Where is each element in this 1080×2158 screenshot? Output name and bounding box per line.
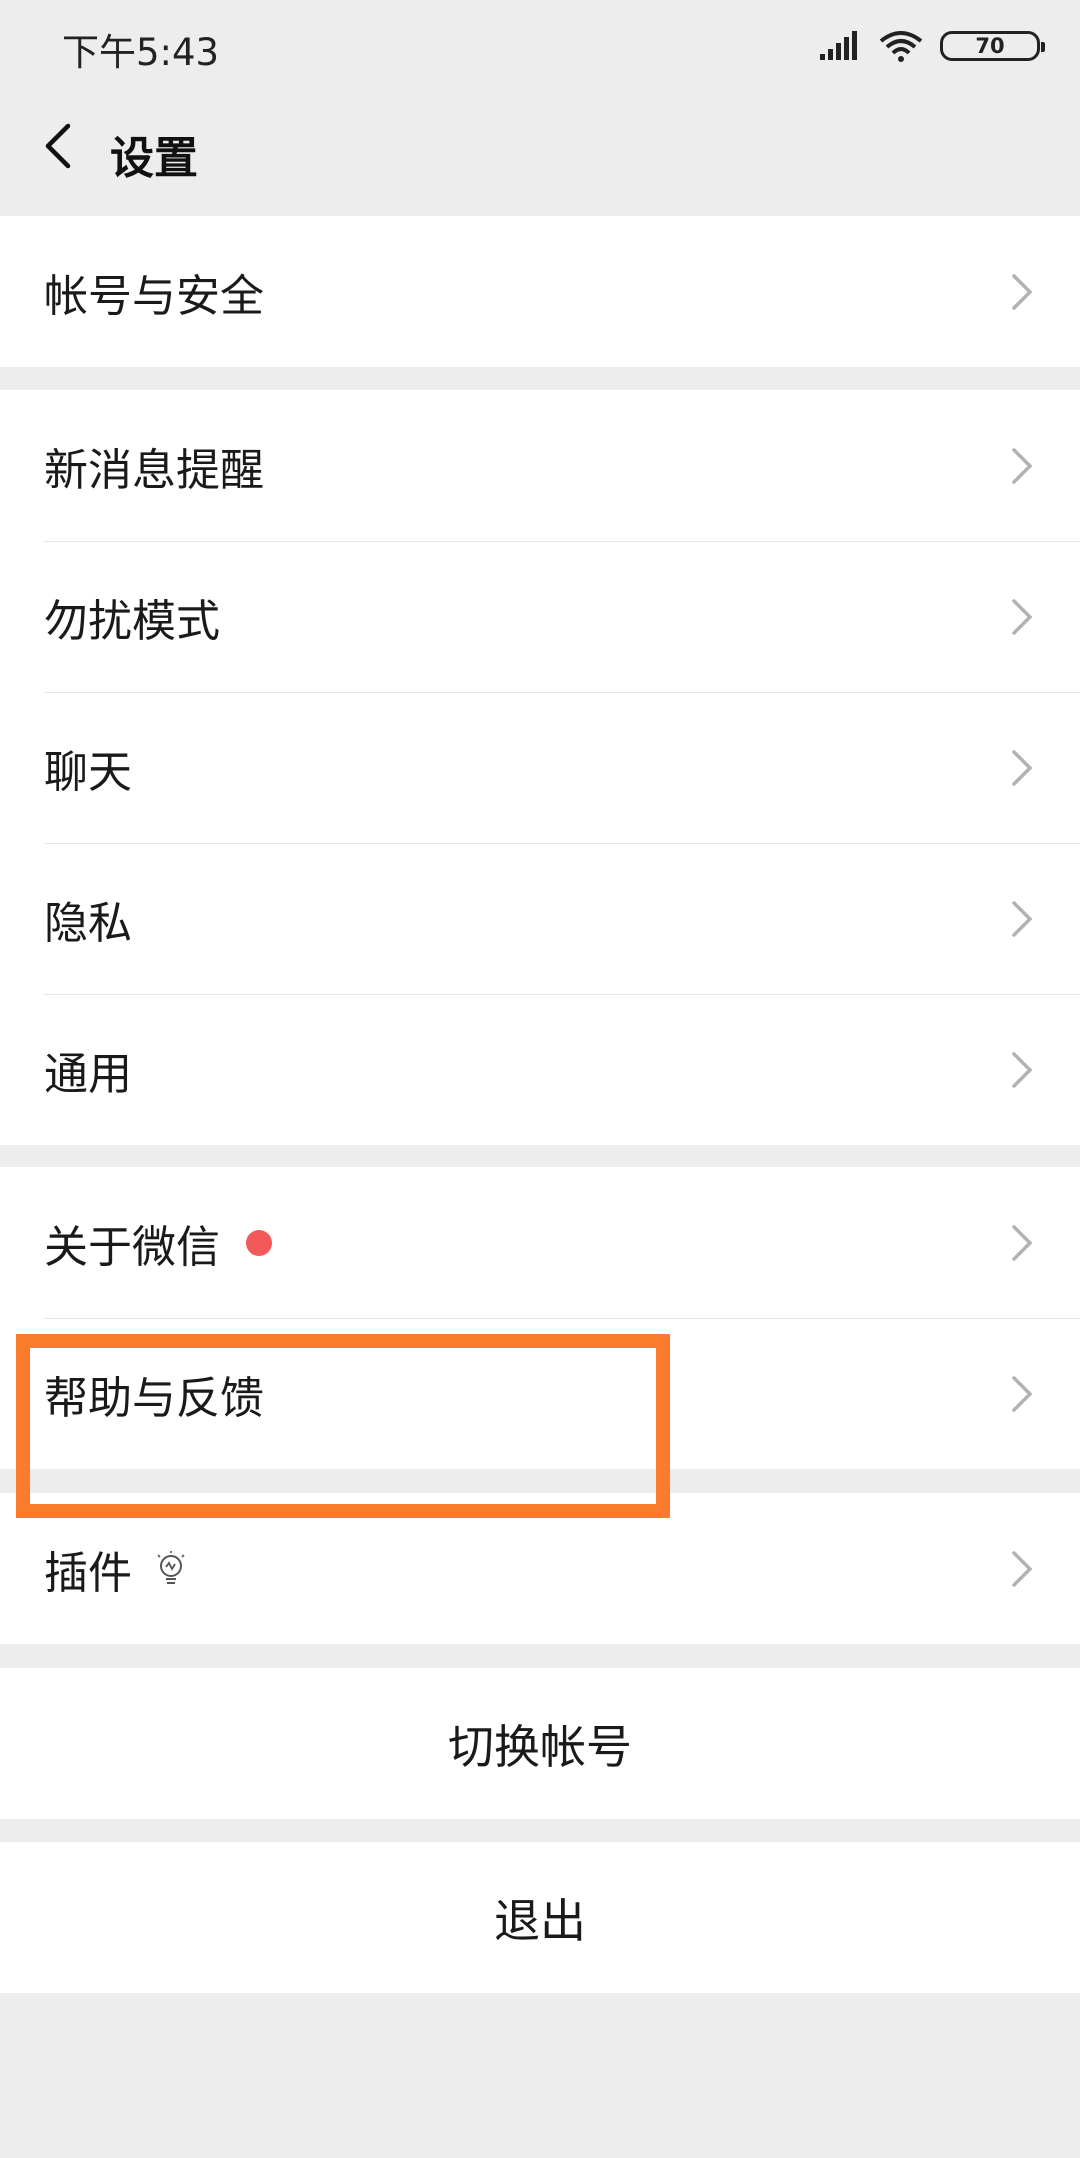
new-badge-dot: [246, 1229, 272, 1256]
battery-indicator: 70: [940, 31, 1045, 61]
lightbulb-icon: [157, 1550, 185, 1584]
settings-item-privacy[interactable]: 隐私: [0, 843, 1080, 994]
settings-item-label: 帐号与安全: [44, 270, 264, 322]
logout-button[interactable]: 退出: [0, 1842, 1080, 1993]
battery-level: 70: [975, 34, 1005, 58]
wifi-icon: [879, 31, 923, 62]
settings-item-plugins[interactable]: 插件: [0, 1493, 1080, 1644]
settings-item-label: 隐私: [44, 897, 132, 949]
section-switch-account: 切换帐号: [0, 1668, 1080, 1819]
chevron-right-icon: [1012, 749, 1033, 786]
settings-item-do-not-disturb[interactable]: 勿扰模式: [0, 541, 1080, 692]
switch-account-button[interactable]: 切换帐号: [0, 1668, 1080, 1819]
settings-item-label: 插件: [44, 1547, 132, 1599]
section-account: 帐号与安全: [0, 216, 1080, 367]
chevron-right-icon: [1012, 447, 1033, 484]
chevron-right-icon: [1012, 1550, 1033, 1587]
chevron-right-icon: [1012, 900, 1033, 937]
nav-bar: 设置: [0, 92, 1080, 214]
settings-item-label: 帮助与反馈: [44, 1372, 264, 1424]
settings-item-help-feedback[interactable]: 帮助与反馈: [0, 1318, 1080, 1469]
section-about: 关于微信 帮助与反馈: [0, 1167, 1080, 1469]
status-time: 下午5:43: [62, 31, 220, 74]
back-arrow-icon[interactable]: [34, 118, 90, 174]
settings-item-notifications[interactable]: 新消息提醒: [0, 390, 1080, 541]
status-bar: 下午5:43 70: [0, 0, 1080, 92]
settings-item-general[interactable]: 通用: [0, 994, 1080, 1145]
chevron-right-icon: [1012, 273, 1033, 310]
settings-item-account-security[interactable]: 帐号与安全: [0, 216, 1080, 367]
page-title: 设置: [110, 133, 198, 184]
signal-icon: [820, 31, 857, 60]
settings-item-label: 新消息提醒: [44, 444, 264, 496]
section-main: 新消息提醒 勿扰模式 聊天 隐私 通用: [0, 390, 1080, 1145]
chevron-right-icon: [1012, 598, 1033, 635]
chevron-right-icon: [1012, 1224, 1033, 1261]
settings-item-label: 关于微信: [44, 1221, 220, 1273]
settings-item-chat[interactable]: 聊天: [0, 692, 1080, 843]
chevron-right-icon: [1012, 1051, 1033, 1088]
status-icons: 70: [818, 26, 1045, 66]
chevron-right-icon: [1012, 1375, 1033, 1412]
settings-item-label: 勿扰模式: [44, 595, 220, 647]
settings-item-about-wechat[interactable]: 关于微信: [0, 1167, 1080, 1318]
settings-item-label: 聊天: [44, 746, 132, 798]
section-plugins: 插件: [0, 1493, 1080, 1644]
section-logout: 退出: [0, 1842, 1080, 1993]
settings-item-label: 通用: [44, 1048, 132, 1100]
